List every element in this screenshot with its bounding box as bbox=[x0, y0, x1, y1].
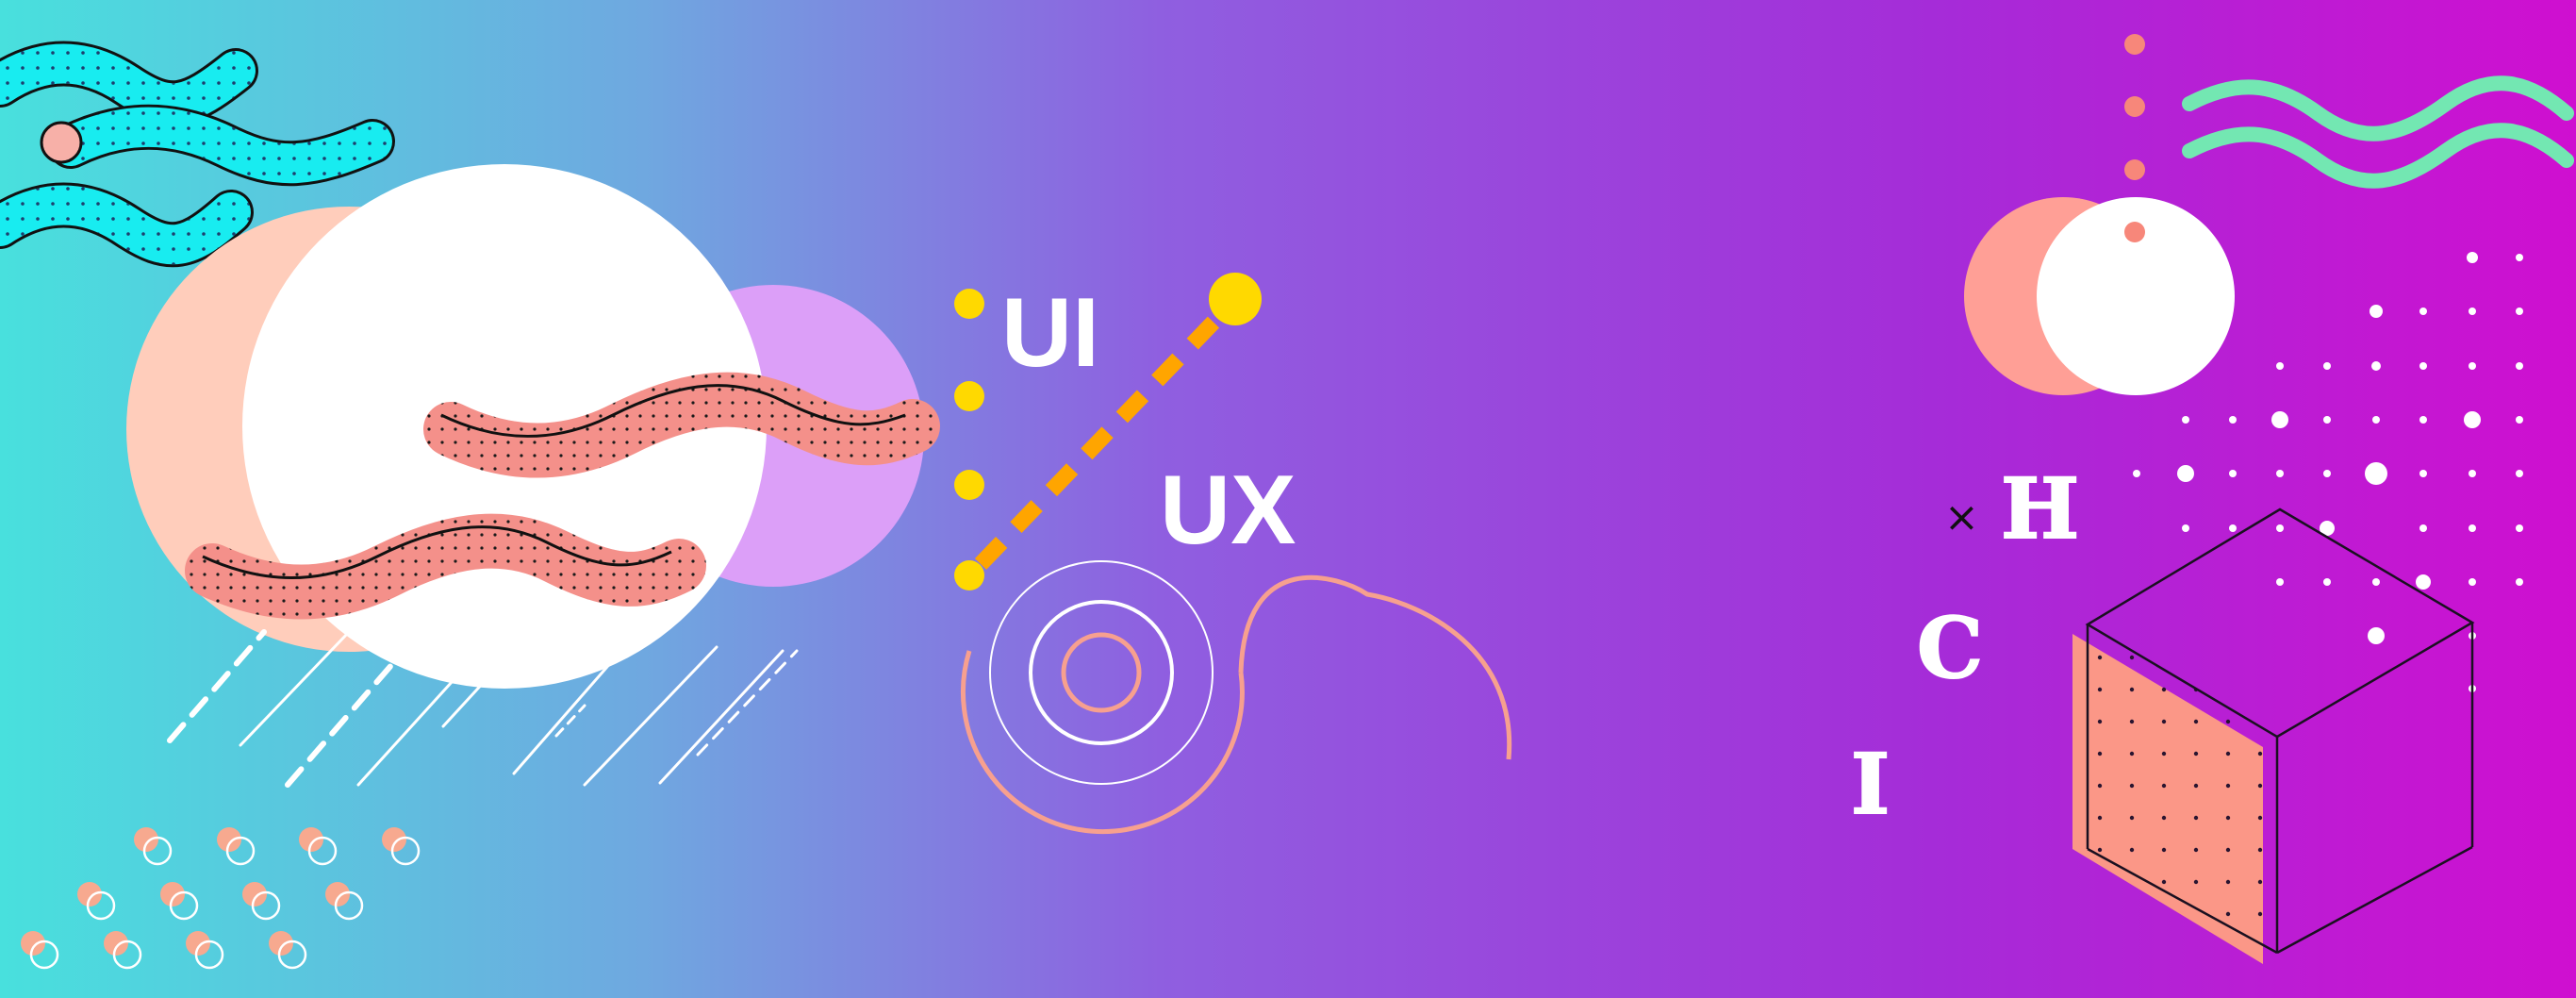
ui-label: UI bbox=[1001, 278, 1099, 388]
hci-letter-h: H bbox=[2001, 459, 2079, 557]
ui-ux-hci-banner: UI UX × H C I bbox=[0, 0, 2576, 998]
banner-artwork: UI UX × H C I bbox=[0, 0, 2576, 998]
hci-letter-i: I bbox=[1851, 735, 1890, 833]
small-overlapping-circles bbox=[1964, 197, 2235, 395]
times-symbol: × bbox=[1944, 493, 1979, 541]
hci-letter-c: C bbox=[1917, 599, 1983, 697]
ux-label: UX bbox=[1160, 456, 1296, 565]
